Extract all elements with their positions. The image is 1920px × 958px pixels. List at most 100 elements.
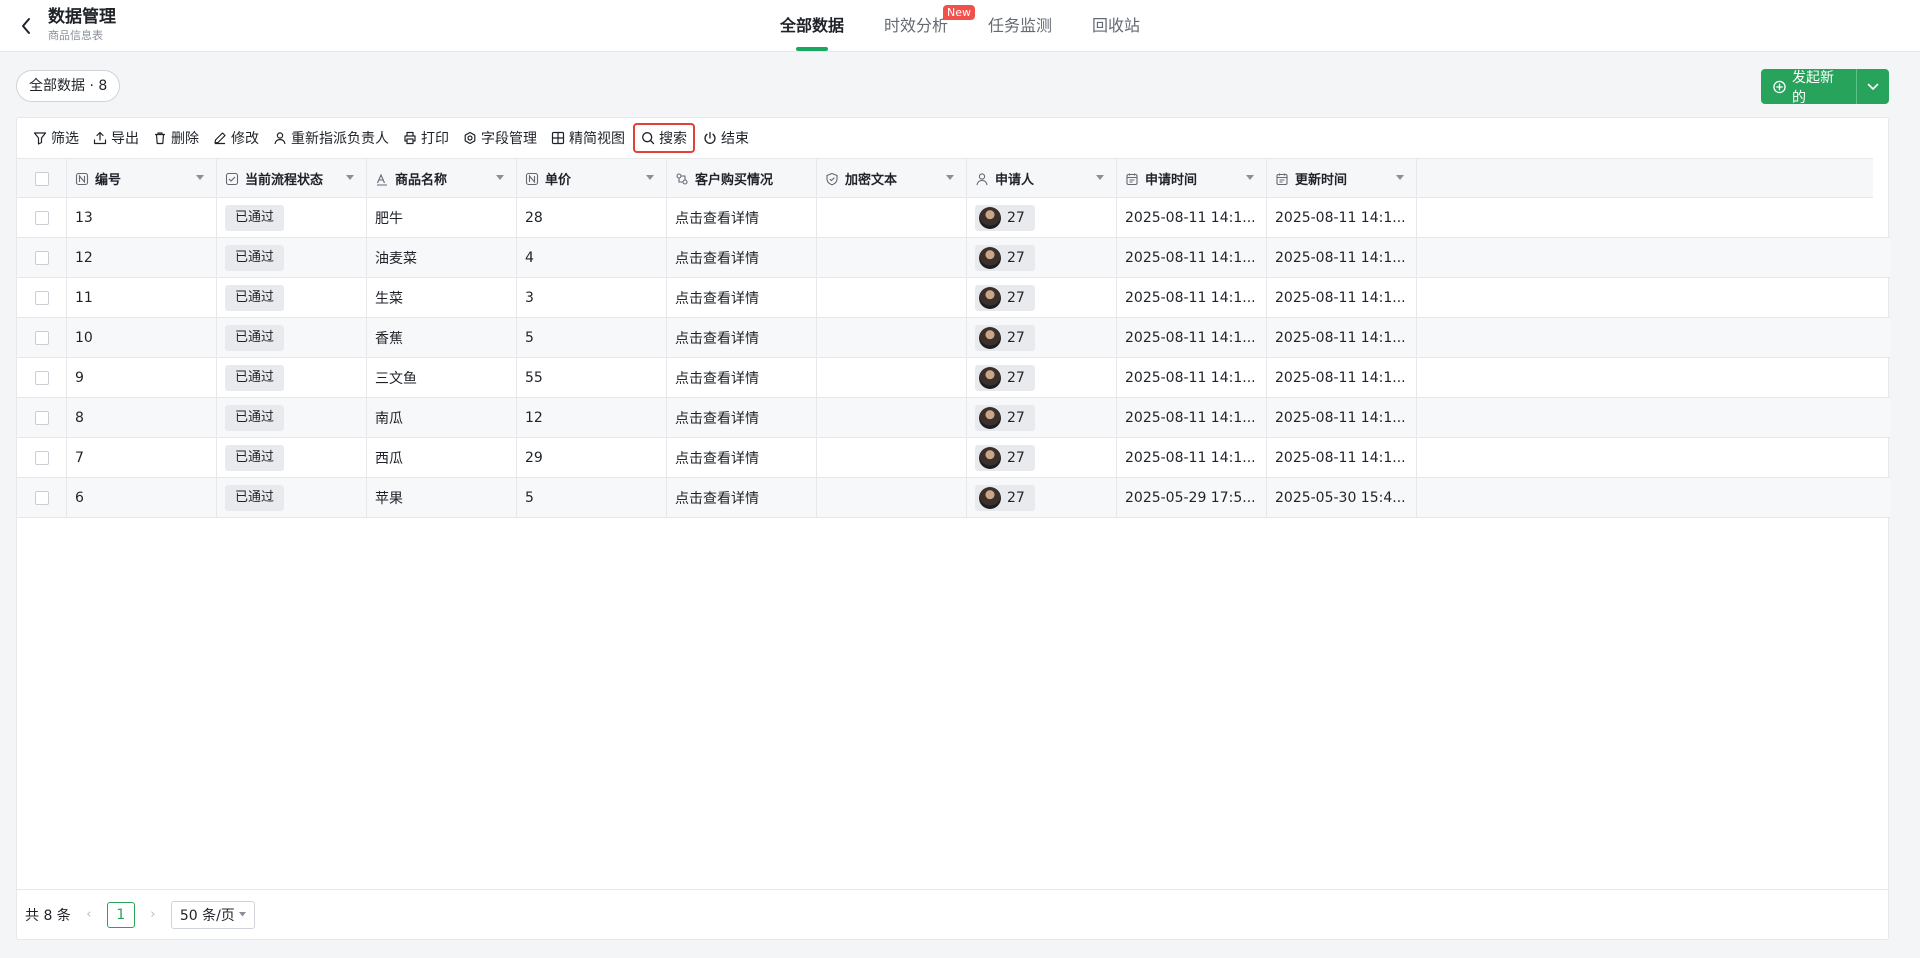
search-button[interactable]: 搜索 — [633, 123, 695, 153]
cell-applicant[interactable]: 27 — [967, 398, 1117, 437]
filter-button[interactable]: 筛选 — [27, 123, 85, 153]
cell-price[interactable]: 28 — [517, 198, 667, 237]
table-row[interactable]: 8 已通过 南瓜 12 点击查看详情 27 2025-08-11 14:1...… — [17, 398, 1890, 438]
table-row[interactable]: 11 已通过 生菜 3 点击查看详情 27 2025-08-11 14:1...… — [17, 278, 1890, 318]
reassign-button[interactable]: 重新指派负责人 — [267, 123, 395, 153]
row-checkbox[interactable] — [34, 290, 49, 305]
tab-recycle-bin[interactable]: 回收站 — [1092, 15, 1140, 37]
row-checkbox[interactable] — [34, 490, 49, 505]
cell-status[interactable]: 已通过 — [217, 198, 367, 237]
compact-view-button[interactable]: 精简视图 — [545, 123, 631, 153]
cell-encrypted[interactable] — [817, 398, 967, 437]
cell-price[interactable]: 3 — [517, 278, 667, 317]
cell-status[interactable]: 已通过 — [217, 238, 367, 277]
cell-price[interactable]: 29 — [517, 438, 667, 477]
cell-update-time[interactable]: 2025-08-11 14:1... — [1267, 198, 1417, 237]
cell-applicant[interactable]: 27 — [967, 318, 1117, 357]
caret-down-icon[interactable] — [346, 175, 354, 180]
column-header-purchase[interactable]: 客户购买情况 — [667, 159, 817, 198]
cell-id[interactable]: 7 — [67, 438, 217, 477]
cell-purchase-link[interactable]: 点击查看详情 — [667, 278, 817, 317]
table-row[interactable]: 6 已通过 苹果 5 点击查看详情 27 2025-05-29 17:5... … — [17, 478, 1890, 518]
cell-price[interactable]: 4 — [517, 238, 667, 277]
cell-id[interactable]: 6 — [67, 478, 217, 517]
cell-applicant[interactable]: 27 — [967, 358, 1117, 397]
caret-down-icon[interactable] — [496, 175, 504, 180]
cell-price[interactable]: 12 — [517, 398, 667, 437]
cell-apply-time[interactable]: 2025-08-11 14:1... — [1117, 398, 1267, 437]
table-row[interactable]: 9 已通过 三文鱼 55 点击查看详情 27 2025-08-11 14:1..… — [17, 358, 1890, 398]
table-row[interactable]: 13 已通过 肥牛 28 点击查看详情 27 2025-08-11 14:1..… — [17, 198, 1890, 238]
cell-name[interactable]: 三文鱼 — [367, 358, 517, 397]
delete-button[interactable]: 删除 — [147, 123, 205, 153]
cell-applicant[interactable]: 27 — [967, 438, 1117, 477]
cell-price[interactable]: 55 — [517, 358, 667, 397]
table-row[interactable]: 12 已通过 油麦菜 4 点击查看详情 27 2025-08-11 14:1..… — [17, 238, 1890, 278]
cell-encrypted[interactable] — [817, 438, 967, 477]
cell-status[interactable]: 已通过 — [217, 398, 367, 437]
cell-encrypted[interactable] — [817, 278, 967, 317]
launch-new-button[interactable]: 发起新的 — [1761, 69, 1856, 106]
cell-purchase-link[interactable]: 点击查看详情 — [667, 198, 817, 237]
column-header-applicant[interactable]: 申请人 — [967, 159, 1117, 198]
page-size-select[interactable]: 50 条/页 — [170, 900, 255, 929]
cell-encrypted[interactable] — [817, 478, 967, 517]
cell-encrypted[interactable] — [817, 238, 967, 277]
cell-id[interactable]: 9 — [67, 358, 217, 397]
row-checkbox[interactable] — [34, 210, 49, 225]
cell-update-time[interactable]: 2025-08-11 14:1... — [1267, 358, 1417, 397]
cell-applicant[interactable]: 27 — [967, 478, 1117, 517]
cell-status[interactable]: 已通过 — [217, 278, 367, 317]
cell-purchase-link[interactable]: 点击查看详情 — [667, 398, 817, 437]
next-page-icon[interactable]: › — [145, 907, 161, 922]
table-row[interactable]: 10 已通过 香蕉 5 点击查看详情 27 2025-08-11 14:1...… — [17, 318, 1890, 358]
cell-status[interactable]: 已通过 — [217, 358, 367, 397]
cell-applicant[interactable]: 27 — [967, 238, 1117, 277]
tab-time-analysis[interactable]: 时效分析 — [884, 15, 948, 37]
cell-applicant[interactable]: 27 — [967, 278, 1117, 317]
edit-button[interactable]: 修改 — [207, 123, 265, 153]
cell-id[interactable]: 10 — [67, 318, 217, 357]
cell-name[interactable]: 油麦菜 — [367, 238, 517, 277]
column-header-update-time[interactable]: 更新时间 — [1267, 159, 1417, 198]
field-manage-button[interactable]: 字段管理 — [457, 123, 543, 153]
row-checkbox[interactable] — [34, 330, 49, 345]
column-header-price[interactable]: 单价 — [517, 159, 667, 198]
launch-dropdown-button[interactable] — [1856, 69, 1889, 104]
cell-id[interactable]: 13 — [67, 198, 217, 237]
prev-page-icon[interactable]: ‹ — [81, 907, 97, 922]
row-checkbox[interactable] — [34, 410, 49, 425]
cell-purchase-link[interactable]: 点击查看详情 — [667, 358, 817, 397]
cell-name[interactable]: 南瓜 — [367, 398, 517, 437]
column-header-id[interactable]: 编号 — [67, 159, 217, 198]
cell-purchase-link[interactable]: 点击查看详情 — [667, 478, 817, 517]
cell-applicant[interactable]: 27 — [967, 198, 1117, 237]
caret-down-icon[interactable] — [646, 175, 654, 180]
cell-status[interactable]: 已通过 — [217, 478, 367, 517]
cell-price[interactable]: 5 — [517, 318, 667, 357]
cell-apply-time[interactable]: 2025-08-11 14:1... — [1117, 238, 1267, 277]
cell-encrypted[interactable] — [817, 198, 967, 237]
table-row[interactable]: 7 已通过 西瓜 29 点击查看详情 27 2025-08-11 14:1...… — [17, 438, 1890, 478]
cell-status[interactable]: 已通过 — [217, 438, 367, 477]
column-header-encrypted[interactable]: 加密文本 — [817, 159, 967, 198]
caret-down-icon[interactable] — [1246, 175, 1254, 180]
cell-update-time[interactable]: 2025-08-11 14:1... — [1267, 438, 1417, 477]
print-button[interactable]: 打印 — [397, 123, 455, 153]
column-header-apply-time[interactable]: 申请时间 — [1117, 159, 1267, 198]
tab-task-monitor[interactable]: 任务监测 — [988, 15, 1052, 37]
cell-apply-time[interactable]: 2025-08-11 14:1... — [1117, 278, 1267, 317]
select-all-checkbox[interactable] — [34, 171, 49, 186]
row-checkbox[interactable] — [34, 450, 49, 465]
caret-down-icon[interactable] — [1096, 175, 1104, 180]
cell-update-time[interactable]: 2025-08-11 14:1... — [1267, 318, 1417, 357]
cell-update-time[interactable]: 2025-08-11 14:1... — [1267, 278, 1417, 317]
cell-name[interactable]: 生菜 — [367, 278, 517, 317]
cell-apply-time[interactable]: 2025-08-11 14:1... — [1117, 358, 1267, 397]
export-button[interactable]: 导出 — [87, 123, 145, 153]
cell-name[interactable]: 香蕉 — [367, 318, 517, 357]
row-checkbox[interactable] — [34, 370, 49, 385]
cell-name[interactable]: 西瓜 — [367, 438, 517, 477]
caret-down-icon[interactable] — [196, 175, 204, 180]
cell-id[interactable]: 8 — [67, 398, 217, 437]
